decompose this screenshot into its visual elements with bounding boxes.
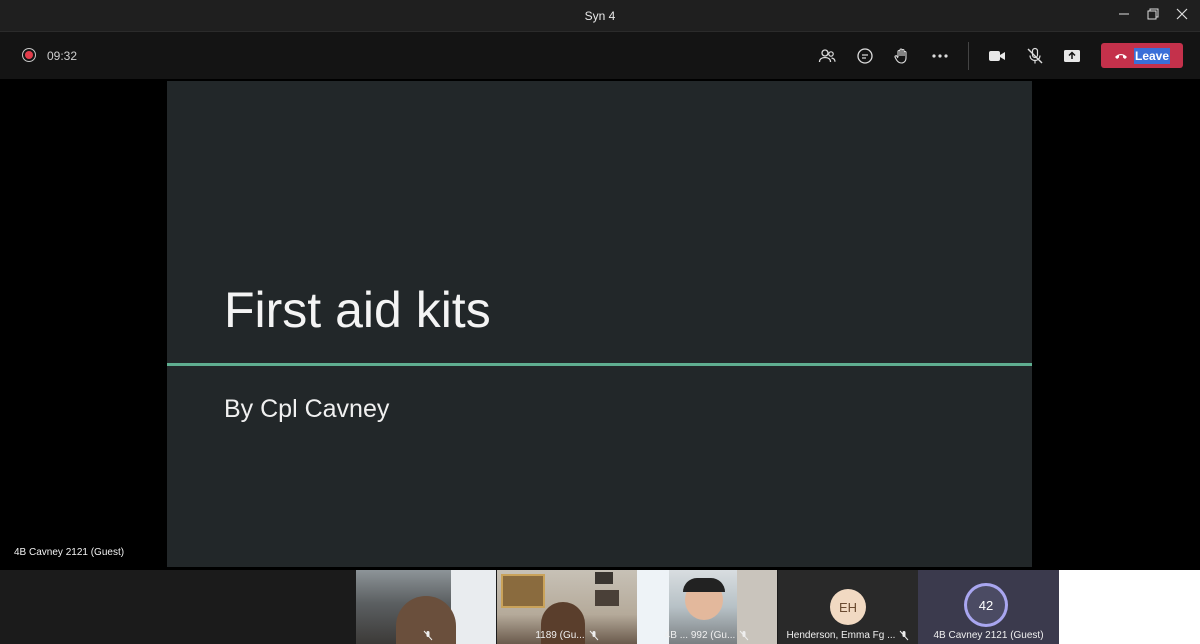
participant-tile[interactable]: 1189 (Gu... (497, 570, 637, 644)
participant-caption: 4B ... 992 (Gu... (637, 626, 777, 644)
participant-name: 1189 (Gu... (535, 629, 585, 641)
participant-tile[interactable]: 4B ... 992 (Gu... (637, 570, 777, 644)
close-icon[interactable] (1172, 6, 1192, 26)
meeting-timer: 09:32 (47, 49, 78, 63)
presenter-label: 4B Cavney 2121 (Guest) (14, 547, 125, 558)
wall-picture (595, 572, 613, 584)
meeting-toolbar: 09:32 Leave (0, 32, 1200, 79)
slide-subtitle: By Cpl Cavney (224, 395, 390, 423)
chat-icon[interactable] (853, 44, 877, 68)
empty-tile (1059, 570, 1200, 644)
avatar: EH (830, 589, 866, 625)
share-screen-icon[interactable] (1060, 44, 1084, 68)
camera-icon[interactable] (985, 44, 1009, 68)
mic-off-icon (589, 630, 599, 640)
slide-divider (167, 363, 1032, 366)
shared-slide: First aid kits By Cpl Cavney (167, 81, 1032, 567)
avatar: 42 (967, 586, 1005, 624)
phone-hangup-icon (1114, 53, 1127, 59)
restore-icon[interactable] (1143, 6, 1163, 26)
participant-caption: 4B Cavney 2121 (Guest) (918, 626, 1059, 644)
window-title: Syn 4 (584, 9, 616, 23)
participant-name: Henderson, Emma Fg ... (786, 629, 896, 641)
headphones (683, 578, 725, 592)
leave-label: Leave (1133, 47, 1171, 64)
participant-name: 4B Cavney 2121 (Guest) (933, 629, 1044, 641)
more-icon[interactable] (928, 44, 952, 68)
mic-off-icon (739, 630, 749, 640)
wall-picture (595, 590, 619, 606)
mic-off-icon (423, 630, 433, 640)
people-icon[interactable] (815, 44, 839, 68)
raise-hand-icon[interactable] (890, 44, 914, 68)
participant-caption: Henderson, Emma Fg ... (778, 626, 918, 644)
toolbar-divider (968, 42, 969, 70)
participant-name: 4B ... 992 (Gu... (664, 629, 736, 641)
wall-picture (501, 574, 545, 608)
participant-tile[interactable]: 42 4B Cavney 2121 (Guest) (918, 570, 1059, 644)
participant-caption (356, 626, 496, 644)
title-bar: Syn 4 (0, 0, 1200, 32)
slide-title: First aid kits (224, 282, 491, 338)
participant-tile[interactable]: EH Henderson, Emma Fg ... (778, 570, 918, 644)
recording-icon (22, 48, 36, 62)
participant-tile[interactable] (356, 570, 496, 644)
minimize-icon[interactable] (1114, 6, 1134, 26)
mic-off-icon[interactable] (1023, 44, 1047, 68)
leave-button[interactable]: Leave (1101, 43, 1183, 68)
mic-off-icon (900, 630, 909, 640)
participant-caption: 1189 (Gu... (497, 626, 637, 644)
